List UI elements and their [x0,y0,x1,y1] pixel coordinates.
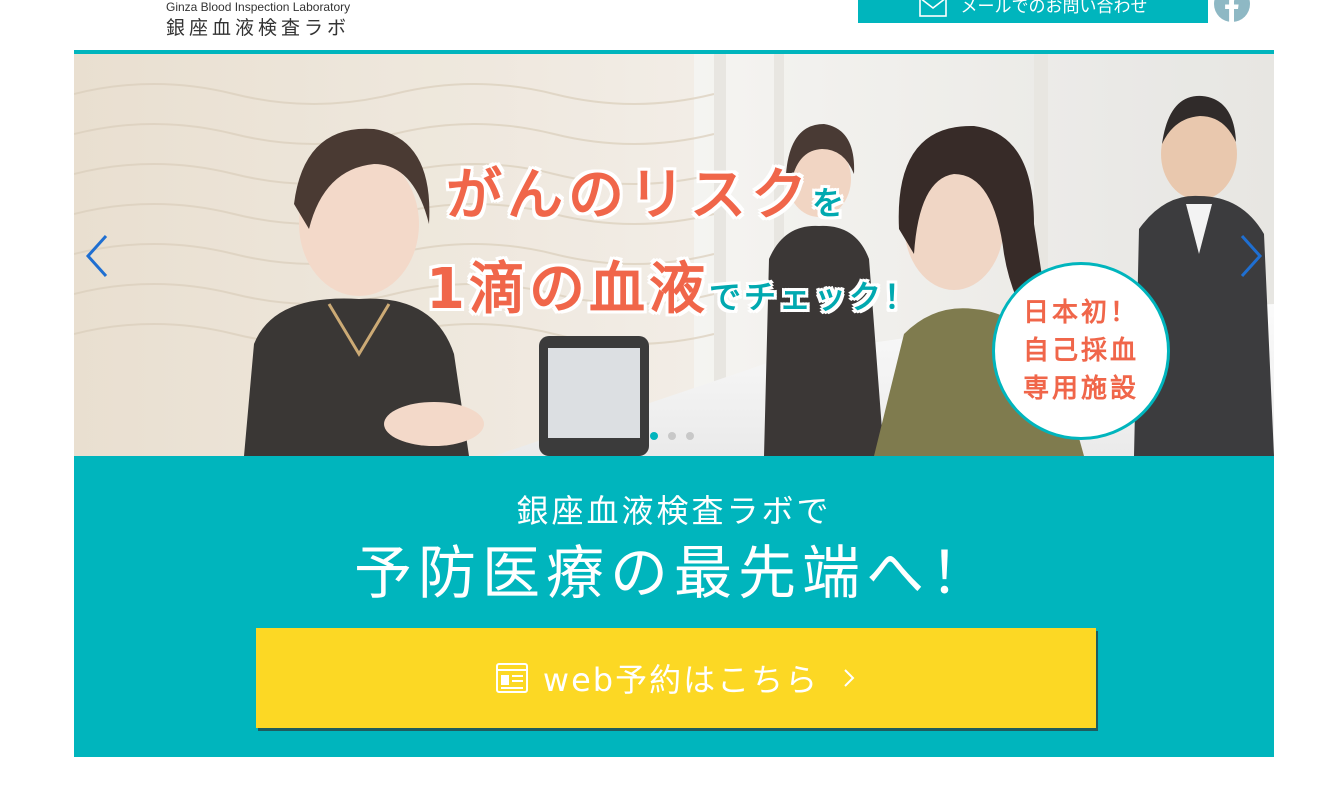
calendar-icon [495,663,528,693]
hero-headline-line1-main: がんのリスク [446,163,812,228]
slider-dot-3[interactable] [686,432,694,440]
mail-contact-button[interactable]: メールでのお問い合わせ [858,0,1208,23]
web-reservation-label: web予約はこちら [542,661,820,699]
slider-prev-arrow-icon[interactable] [82,232,112,280]
slider-next-arrow-icon[interactable] [1236,232,1266,280]
slider-dot-2[interactable] [668,432,676,440]
logo-japanese[interactable]: 銀座血液検査ラボ [166,16,350,40]
hero-headline-line2-small: でチェック！ [708,278,919,316]
mail-icon [918,0,947,17]
hero-headline-line1-small: を [812,184,850,222]
site-header: Ginza Blood Inspection Laboratory 銀座血液検査… [0,0,1343,54]
cta-band: 銀座血液検査ラボで 予防医療の最先端へ！ web予約はこちら [74,456,1274,757]
slider-dot-1[interactable] [650,432,658,440]
facebook-icon[interactable] [1214,0,1250,22]
hero-headline-line2: 1滴の血液でチェック！ [426,244,919,325]
badge-line3: 専用施設 [1022,374,1139,404]
japan-first-badge: 日本初！ 自己採血 専用施設 [992,262,1170,440]
mail-button-label: メールでのお問い合わせ [960,0,1148,17]
hero-headline-line2-main: 1滴の血液 [426,257,709,322]
hero-headline-line1: がんのリスクを [446,150,849,231]
web-reservation-button[interactable]: web予約はこちら [256,628,1096,728]
hero-slider: がんのリスクを 1滴の血液でチェック！ 日本初！ 自己採血 専用施設 [74,54,1274,456]
badge-line2: 自己採血 [1022,336,1139,366]
slider-dots [650,432,694,440]
badge-line1: 日本初！ [1022,298,1139,328]
chevron-right-icon [844,669,855,687]
logo-english[interactable]: Ginza Blood Inspection Laboratory [166,0,350,14]
band-title: 予防医療の最先端へ！ [353,539,994,607]
